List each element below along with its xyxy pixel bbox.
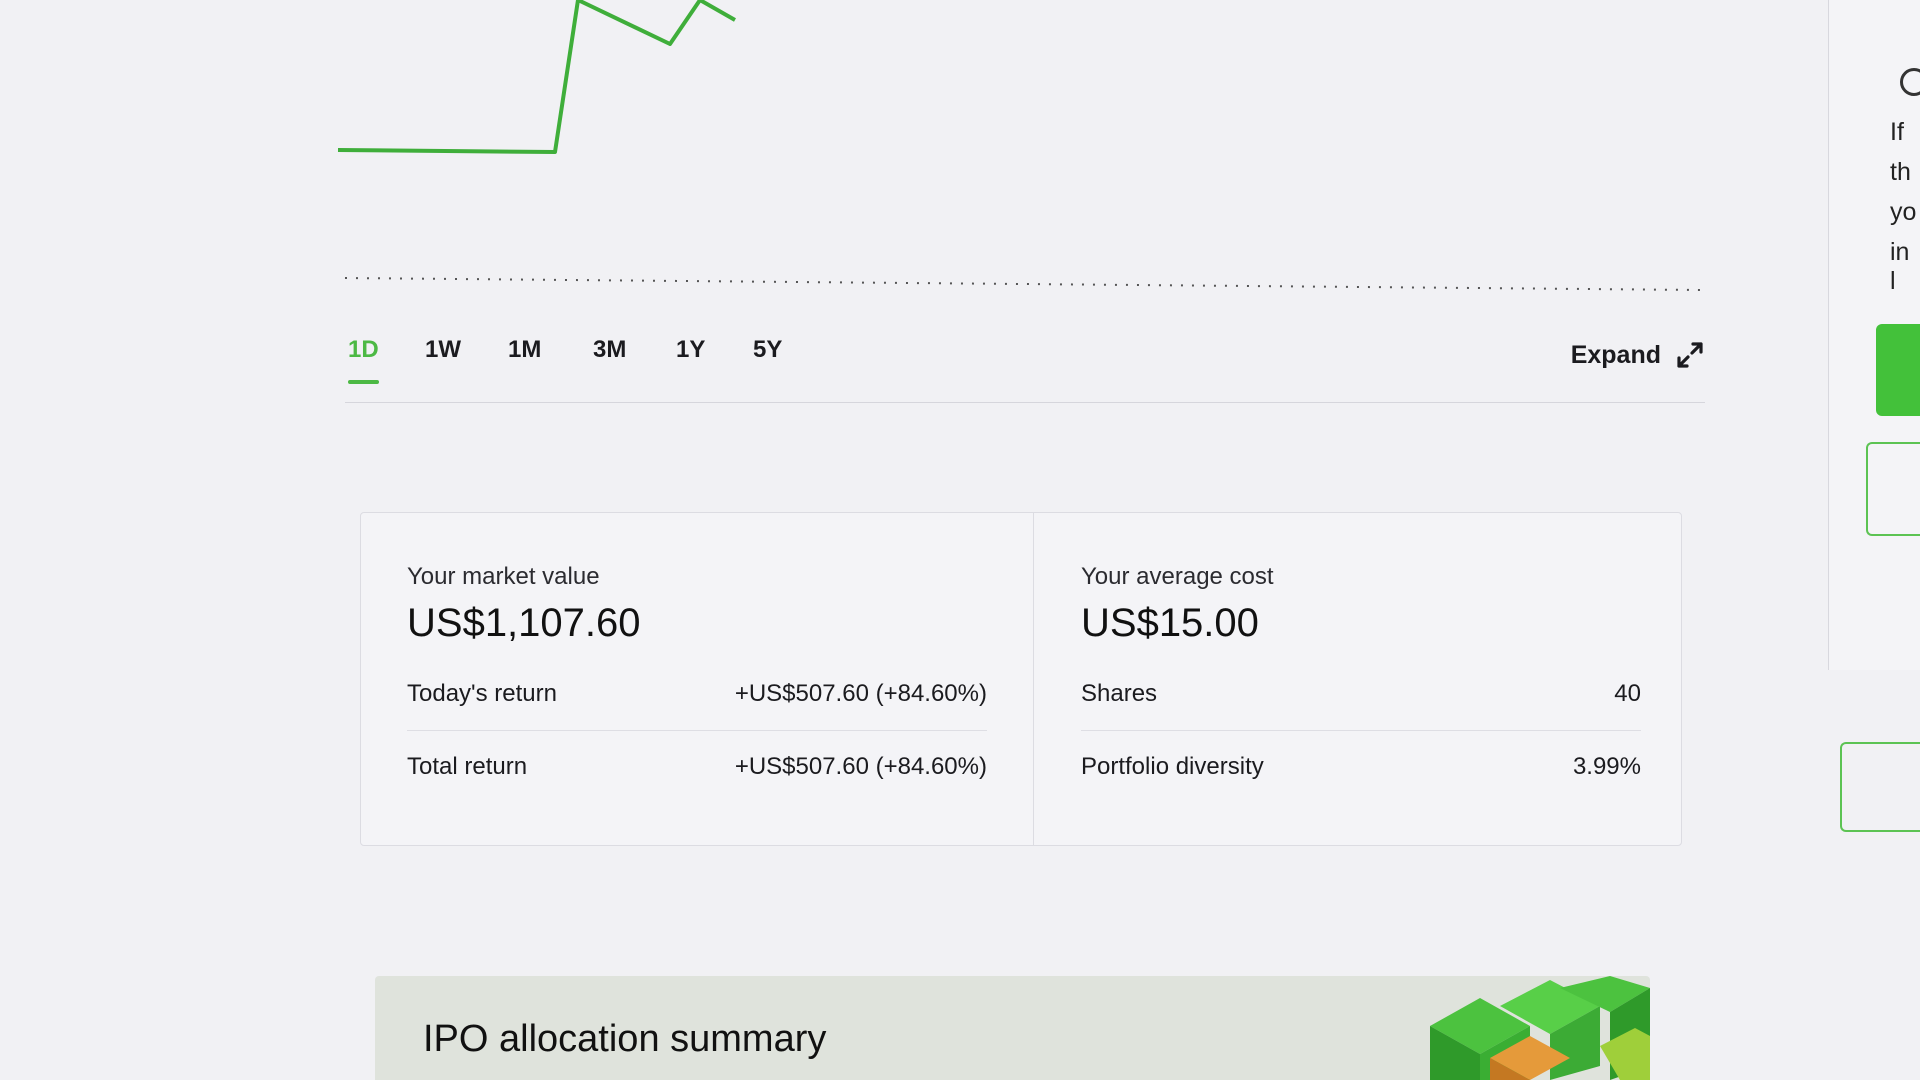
total-return-value: +US$507.60 (+84.60%) — [734, 753, 987, 780]
market-value-section: Your market value US$1,107.60 Today's re… — [407, 563, 987, 803]
side-text-line3: yo — [1890, 198, 1917, 226]
portfolio-diversity-row: Portfolio diversity 3.99% — [1081, 731, 1641, 803]
expand-button[interactable]: Expand — [1571, 340, 1705, 370]
card-divider — [1033, 513, 1034, 845]
shares-label: Shares — [1081, 680, 1158, 707]
tab-1w[interactable]: 1W — [425, 336, 461, 380]
side-outline-button[interactable] — [1840, 742, 1920, 832]
average-cost-section: Your average cost US$15.00 Shares 40 Por… — [1081, 563, 1641, 803]
cubes-illustration-icon — [1430, 976, 1650, 1080]
tab-1d-label: 1D — [348, 336, 379, 363]
expand-label: Expand — [1570, 340, 1661, 369]
side-text-line4: in l — [1890, 238, 1910, 295]
market-value-label: Your market value — [407, 563, 600, 590]
side-secondary-button[interactable] — [1866, 442, 1920, 536]
position-stats-card: Your market value US$1,107.60 Today's re… — [360, 512, 1682, 846]
todays-return-label: Today's return — [407, 680, 557, 707]
shares-row: Shares 40 — [1081, 658, 1641, 731]
average-cost: US$15.00 — [1081, 601, 1259, 645]
tab-1m-label: 1M — [508, 336, 542, 363]
info-icon[interactable] — [1900, 68, 1920, 96]
side-text-line1: If — [1890, 118, 1904, 146]
total-return-row: Total return +US$507.60 (+84.60%) — [407, 731, 987, 803]
average-cost-label: Your average cost — [1081, 563, 1274, 590]
todays-return-value: +US$507.60 (+84.60%) — [734, 680, 987, 707]
tab-5y-label: 5Y — [753, 336, 783, 363]
tab-1d[interactable]: 1D — [348, 336, 379, 384]
timeframe-tabs: 1D 1W 1M 3M 1Y 5Y Expand — [345, 330, 1705, 403]
market-value: US$1,107.60 — [407, 601, 641, 645]
price-line — [337, 0, 736, 154]
side-primary-button[interactable] — [1876, 324, 1920, 416]
tab-1y[interactable]: 1Y — [676, 336, 705, 380]
expand-arrows-icon — [1677, 342, 1703, 368]
tab-1m[interactable]: 1M — [508, 336, 541, 380]
tab-3m[interactable]: 3M — [593, 336, 626, 380]
ipo-allocation-banner[interactable]: IPO allocation summary — [375, 976, 1650, 1080]
portfolio-diversity-label: Portfolio diversity — [1081, 753, 1264, 780]
side-text-line2: th — [1890, 158, 1911, 186]
ipo-allocation-title: IPO allocation summary — [423, 1018, 827, 1060]
price-chart — [337, 0, 1701, 291]
total-return-label: Total return — [407, 753, 528, 780]
todays-return-row: Today's return +US$507.60 (+84.60%) — [407, 658, 987, 731]
shares-value: 40 — [1614, 680, 1641, 707]
portfolio-diversity-value: 3.99% — [1572, 753, 1641, 780]
baseline-dotted — [344, 277, 1701, 291]
tab-3m-label: 3M — [593, 336, 627, 363]
tab-5y[interactable]: 5Y — [753, 336, 782, 380]
tab-1y-label: 1Y — [676, 336, 706, 363]
active-tab-underline — [348, 380, 379, 384]
tab-1w-label: 1W — [425, 336, 461, 363]
